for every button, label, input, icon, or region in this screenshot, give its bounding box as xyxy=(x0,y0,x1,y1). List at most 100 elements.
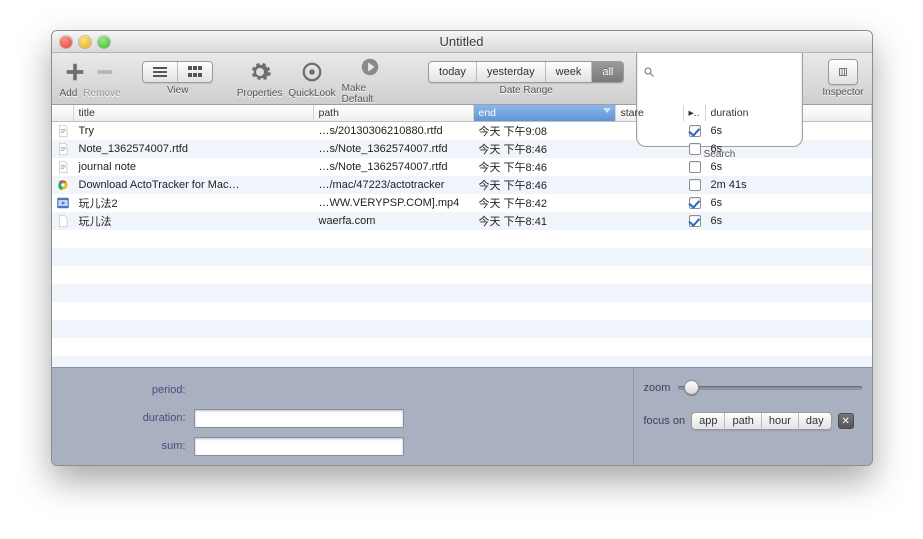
inspector-label: Inspector xyxy=(822,87,863,98)
quicklook-button[interactable] xyxy=(297,58,327,86)
row-duration: 6s xyxy=(706,161,872,173)
focus-app[interactable]: app xyxy=(692,413,724,429)
table-row xyxy=(52,338,872,356)
row-icon xyxy=(52,214,74,228)
focuson-segment[interactable]: apppathhourday xyxy=(691,412,832,430)
row-title: Download ActoTracker for Mac… xyxy=(74,179,314,191)
table-row[interactable]: journal note…s/Note_1362574007.rtfd今天 下午… xyxy=(52,158,872,176)
row-duration: 6s xyxy=(706,197,872,209)
daterange-yesterday[interactable]: yesterday xyxy=(476,62,545,82)
row-duration: 6s xyxy=(706,143,872,155)
zoom-slider[interactable] xyxy=(678,386,861,390)
quicklook-label: QuickLook xyxy=(288,88,335,99)
row-path: waerfa.com xyxy=(314,215,474,227)
makedefault-label: Make Default xyxy=(342,83,399,105)
sum-field[interactable] xyxy=(194,437,404,456)
inspector-button[interactable] xyxy=(829,60,857,84)
row-duration: 6s xyxy=(706,125,872,137)
row-end: 今天 下午8:46 xyxy=(474,177,616,193)
table-row[interactable]: Download ActoTracker for Mac……/mac/47223… xyxy=(52,176,872,194)
row-checkbox[interactable] xyxy=(689,125,701,137)
row-icon xyxy=(52,160,74,174)
focus-path[interactable]: path xyxy=(724,413,760,429)
row-path: …s/20130306210880.rtfd xyxy=(314,125,474,137)
window-title: Untitled xyxy=(52,34,872,49)
row-checkbox[interactable] xyxy=(689,161,701,173)
toolbar: Add Remove View Properties xyxy=(52,53,872,105)
focuson-clear-button[interactable]: ✕ xyxy=(838,413,854,429)
view-list-icon[interactable] xyxy=(143,62,177,82)
table-row xyxy=(52,284,872,302)
row-title: Note_1362574007.rtfd xyxy=(74,143,314,155)
add-button[interactable] xyxy=(60,58,90,86)
daterange-week[interactable]: week xyxy=(545,62,592,82)
row-end: 今天 下午9:08 xyxy=(474,123,616,139)
row-end: 今天 下午8:46 xyxy=(474,141,616,157)
daterange-all[interactable]: all xyxy=(591,62,623,82)
focuson-label: focus on xyxy=(644,415,686,427)
row-title: Try xyxy=(74,125,314,137)
row-icon xyxy=(52,196,74,210)
zoom-window-button[interactable] xyxy=(98,36,110,48)
minimize-window-button[interactable] xyxy=(79,36,91,48)
daterange-segment[interactable]: todayyesterdayweekall xyxy=(428,61,624,83)
row-checkbox[interactable] xyxy=(689,215,701,227)
row-path: …s/Note_1362574007.rtfd xyxy=(314,143,474,155)
focus-hour[interactable]: hour xyxy=(761,413,798,429)
row-checkbox[interactable] xyxy=(689,179,701,191)
daterange-today[interactable]: today xyxy=(429,62,476,82)
period-label: period: xyxy=(56,384,186,396)
table-row xyxy=(52,356,872,367)
table-row xyxy=(52,266,872,284)
col-flag[interactable]: ▸.. xyxy=(684,105,706,121)
col-duration[interactable]: duration xyxy=(706,105,872,121)
app-window: Untitled Add Remove xyxy=(51,30,873,466)
makedefault-button[interactable] xyxy=(355,53,385,81)
focus-day[interactable]: day xyxy=(798,413,831,429)
sort-descending-icon xyxy=(603,108,611,113)
row-icon xyxy=(52,142,74,156)
add-label: Add xyxy=(60,88,78,99)
col-title[interactable]: title xyxy=(74,105,314,121)
row-path: …s/Note_1362574007.rtfd xyxy=(314,161,474,173)
col-path[interactable]: path xyxy=(314,105,474,121)
row-checkbox[interactable] xyxy=(689,197,701,209)
row-checkbox[interactable] xyxy=(689,143,701,155)
row-title: journal note xyxy=(74,161,314,173)
bottom-panel: period: duration: sum: zoom focus on app… xyxy=(52,367,872,465)
table-row[interactable]: 玩儿法2…WW.VERYPSP.COM].mp4今天 下午8:42 6s xyxy=(52,194,872,212)
row-end: 今天 下午8:41 xyxy=(474,213,616,229)
row-duration: 6s xyxy=(706,215,872,227)
row-icon xyxy=(52,178,74,192)
table-row xyxy=(52,248,872,266)
remove-label: Remove xyxy=(83,88,120,99)
table-row xyxy=(52,302,872,320)
search-icon xyxy=(643,66,655,78)
row-path: …WW.VERYPSP.COM].mp4 xyxy=(314,197,474,209)
properties-label: Properties xyxy=(237,88,283,99)
view-grid-icon[interactable] xyxy=(177,62,212,82)
zoom-label: zoom xyxy=(644,382,671,394)
view-label: View xyxy=(167,85,189,96)
table-header: title path end stare ▸.. duration xyxy=(52,105,872,122)
zoom-slider-knob[interactable] xyxy=(684,380,699,395)
table-row xyxy=(52,320,872,338)
row-title: 玩儿法 xyxy=(74,213,314,229)
properties-button[interactable] xyxy=(245,58,275,86)
col-stare[interactable]: stare xyxy=(616,105,684,121)
search-input[interactable] xyxy=(659,66,795,78)
titlebar: Untitled xyxy=(52,31,872,53)
row-icon xyxy=(52,124,74,138)
row-end: 今天 下午8:42 xyxy=(474,195,616,211)
view-switcher[interactable] xyxy=(142,61,213,83)
col-end[interactable]: end xyxy=(474,105,616,121)
remove-button[interactable] xyxy=(90,58,120,86)
sum-label: sum: xyxy=(56,440,186,452)
col-icon[interactable] xyxy=(52,105,74,121)
daterange-label: Date Range xyxy=(499,85,552,96)
table-row[interactable]: 玩儿法waerfa.com今天 下午8:41 6s xyxy=(52,212,872,230)
close-window-button[interactable] xyxy=(60,36,72,48)
row-path: …/mac/47223/actotracker xyxy=(314,179,474,191)
duration-field[interactable] xyxy=(194,409,404,428)
row-title: 玩儿法2 xyxy=(74,195,314,211)
